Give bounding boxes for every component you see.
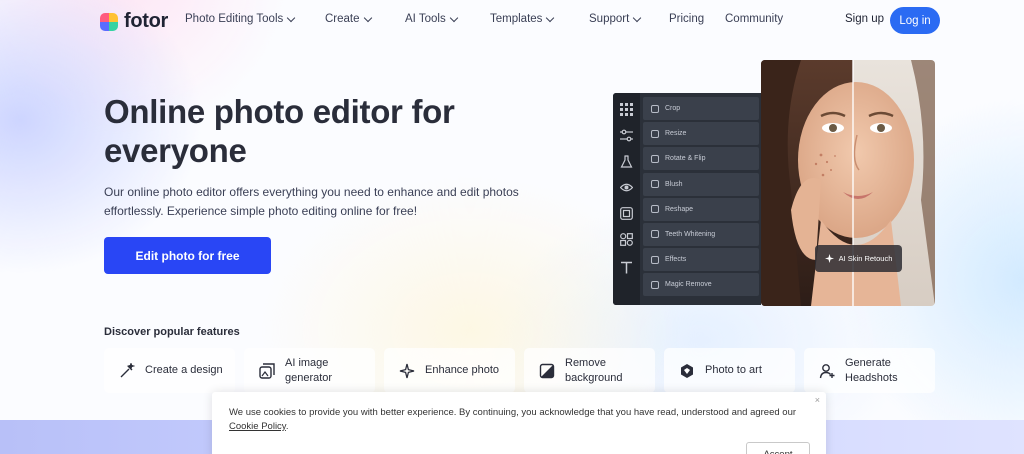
- crop-icon: [651, 104, 659, 113]
- nav-label: Community: [725, 13, 784, 25]
- chevron-down-icon: [363, 13, 372, 22]
- tool-label: Rotate & Flip: [665, 155, 706, 163]
- shapes-icon: [620, 233, 633, 246]
- feature-photo-to-art[interactable]: Photo to art: [664, 348, 795, 393]
- rotate-icon: [651, 154, 659, 163]
- eye-icon: [620, 183, 633, 192]
- feature-generate-headshots[interactable]: Generate Headshots: [804, 348, 935, 393]
- fotor-logo-icon: [100, 12, 118, 31]
- cookie-text: We use cookies to provide you with bette…: [229, 406, 799, 434]
- cutout-icon: [539, 363, 555, 378]
- features-heading: Discover popular features: [104, 326, 240, 338]
- tool-label: Reshape: [665, 205, 694, 213]
- feature-label: AI image generator: [285, 356, 333, 384]
- nav-ai-tools[interactable]: AI Tools: [405, 13, 458, 25]
- tool-label: Teeth Whitening: [665, 230, 716, 238]
- badge-label: AI Skin Retouch: [838, 254, 893, 263]
- nav-label: Pricing: [669, 13, 705, 25]
- chevron-down-icon: [449, 13, 458, 22]
- chevron-down-icon: [633, 13, 642, 22]
- nav-templates[interactable]: Templates: [490, 13, 555, 25]
- tool-label: Blush: [665, 180, 683, 188]
- teeth-icon: [651, 230, 659, 239]
- flask-icon: [620, 155, 633, 168]
- tool-reshape: Reshape: [643, 197, 759, 221]
- feature-label: Generate Headshots: [845, 356, 898, 384]
- ai-skin-retouch-badge: AI Skin Retouch: [815, 245, 902, 272]
- edit-photo-for-free-button[interactable]: Edit photo for free: [104, 237, 271, 274]
- hero-description: Our online photo editor offers everythin…: [104, 185, 519, 218]
- feature-label: Remove background: [565, 356, 623, 384]
- tool-crop: Crop: [643, 97, 759, 120]
- feature-remove-background[interactable]: Remove background: [524, 348, 655, 393]
- nav-label: Support: [589, 13, 630, 25]
- nav-label: AI Tools: [405, 13, 446, 25]
- feature-label: Create a design: [145, 364, 223, 376]
- cookie-period: .: [285, 421, 289, 432]
- fotor-logo[interactable]: fotor: [100, 10, 168, 33]
- eraser-icon: [651, 280, 659, 289]
- feature-ai-image-generator[interactable]: AI image generator: [244, 348, 375, 393]
- editor-preview-panel: Crop Resize Rotate & Flip Blush Reshape …: [613, 93, 761, 305]
- close-icon[interactable]: ×: [815, 395, 820, 405]
- sign-up-link[interactable]: Sign up: [845, 13, 884, 25]
- text-icon: [621, 261, 632, 274]
- log-in-button[interactable]: Log in: [890, 7, 940, 34]
- sparkle-icon: [824, 254, 834, 263]
- chevron-down-icon: [287, 13, 296, 22]
- editor-tool-rail: [613, 93, 640, 305]
- cookie-policy-link[interactable]: Cookie Policy: [229, 421, 286, 432]
- tool-label: Magic Remove: [665, 281, 712, 289]
- tool-blush: Blush: [643, 172, 759, 196]
- cookie-banner: We use cookies to provide you with bette…: [212, 392, 826, 454]
- art-icon: [681, 363, 693, 378]
- frame-icon: [620, 207, 633, 220]
- nav-community[interactable]: Community: [725, 13, 783, 25]
- nav-create[interactable]: Create: [325, 13, 372, 25]
- logo-text: fotor: [124, 10, 169, 32]
- tool-magic-remove: Magic Remove: [643, 273, 759, 297]
- feature-enhance-photo[interactable]: Enhance photo: [384, 348, 515, 393]
- feature-label: Photo to art: [705, 364, 762, 376]
- nav-pricing[interactable]: Pricing: [669, 13, 704, 25]
- reshape-icon: [651, 205, 659, 214]
- tool-rotate-flip: Rotate & Flip: [643, 147, 759, 171]
- tool-label: Resize: [665, 130, 687, 138]
- effects-icon: [651, 255, 659, 264]
- nav-photo-editing-tools[interactable]: Photo Editing Tools: [185, 13, 296, 25]
- feature-create-design[interactable]: Create a design: [104, 348, 235, 393]
- nav-label: Templates: [490, 13, 543, 25]
- grid-icon: [620, 103, 633, 116]
- accept-cookies-button[interactable]: Accept: [746, 442, 810, 454]
- wand-icon: [120, 362, 135, 377]
- sparkle-icon: [399, 363, 415, 378]
- nav-label: Create: [325, 13, 360, 25]
- sliders-icon: [620, 129, 633, 142]
- editor-tool-list: Crop Resize Rotate & Flip Blush Reshape …: [643, 97, 759, 299]
- nav-support[interactable]: Support: [589, 13, 642, 25]
- cookie-message: We use cookies to provide you with bette…: [229, 407, 797, 418]
- person-icon: [819, 363, 835, 378]
- ai-image-icon: [259, 362, 275, 379]
- hero-title: Online photo editor for everyone: [104, 93, 455, 169]
- chevron-down-icon: [546, 13, 555, 22]
- tool-label: Effects: [665, 256, 687, 264]
- blush-icon: [651, 180, 659, 189]
- nav-label: Photo Editing Tools: [185, 13, 284, 25]
- tool-label: Crop: [665, 105, 681, 112]
- resize-icon: [651, 129, 659, 138]
- tool-effects: Effects: [643, 248, 759, 272]
- tool-teeth-whitening: Teeth Whitening: [643, 222, 759, 246]
- tool-resize: Resize: [643, 122, 759, 146]
- top-navigation: fotor Photo Editing Tools Create AI Tool…: [0, 0, 1024, 42]
- feature-label: Enhance photo: [425, 364, 500, 376]
